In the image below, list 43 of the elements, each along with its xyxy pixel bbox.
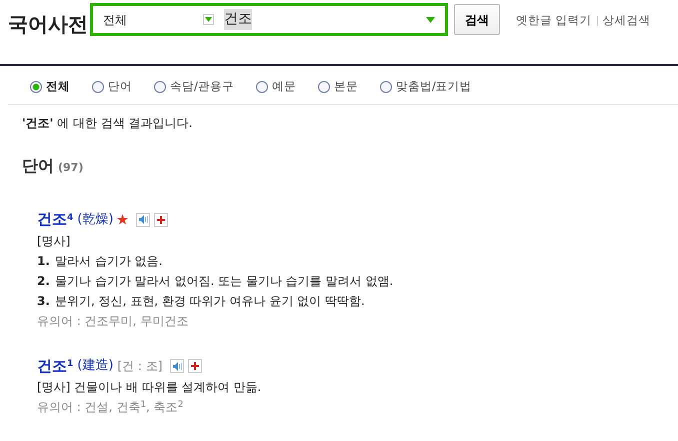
hanja-text: (乾燥) bbox=[77, 210, 114, 229]
dropdown-arrow-icon[interactable] bbox=[426, 16, 435, 22]
search-field[interactable]: 건조 bbox=[222, 9, 254, 30]
add-icon[interactable] bbox=[154, 212, 168, 226]
definition-text: 물기나 습기가 말라서 없어짐. 또는 물기나 습기를 말려서 없앰. bbox=[55, 272, 394, 290]
entry-word[interactable]: 건조$^{4}$ bbox=[37, 208, 74, 231]
entry-word[interactable]: 건조$^{1}$ bbox=[37, 354, 74, 378]
definition-number: 3. bbox=[37, 292, 51, 310]
radio-button[interactable] bbox=[256, 80, 268, 93]
add-icon[interactable] bbox=[188, 359, 202, 373]
filter-label[interactable]: 예문 bbox=[272, 78, 296, 96]
section-title: 단어 bbox=[22, 155, 54, 178]
header-link[interactable]: 옛한글 입력기 bbox=[516, 12, 592, 30]
definition-number: 2. bbox=[37, 272, 51, 290]
definition-number: 1. bbox=[37, 252, 51, 270]
search-box[interactable]: 전체 건조 bbox=[90, 3, 448, 36]
filter-label[interactable]: 맞춤법/표기법 bbox=[396, 78, 472, 96]
filter-label[interactable]: 단어 bbox=[108, 78, 132, 96]
radio-button[interactable] bbox=[92, 80, 104, 93]
result-summary: '건조' 에 대한 검색 결과입니다. bbox=[22, 115, 194, 132]
radio-button[interactable] bbox=[380, 80, 392, 93]
radio-button[interactable] bbox=[30, 80, 42, 93]
part-of-speech: [명사] bbox=[37, 232, 72, 250]
synonyms-text: 유의어 : 건조무미, 무미건조 bbox=[37, 312, 190, 330]
definition-text: 말라서 습기가 없음. bbox=[55, 252, 162, 270]
speaker-icon[interactable] bbox=[136, 212, 150, 226]
filter-label[interactable]: 전체 bbox=[46, 78, 70, 96]
radio-button[interactable] bbox=[154, 80, 166, 93]
filter-label[interactable]: 속담/관용구 bbox=[170, 78, 234, 96]
scope-select[interactable]: 전체 bbox=[103, 10, 203, 28]
definition-text: [명사] 건물이나 배 따위를 설계하여 만듦. bbox=[37, 379, 262, 396]
synonyms-text: 유의어 : 건설, 건축$^{1}$, 축조$^{2}$ bbox=[37, 398, 184, 416]
speaker-icon[interactable] bbox=[170, 359, 184, 373]
search-button[interactable]: 검색 bbox=[454, 4, 500, 35]
radio-button[interactable] bbox=[318, 80, 330, 93]
result-count: (97) bbox=[58, 160, 84, 176]
definition-text: 분위기, 정신, 표현, 환경 따위가 여유나 윤기 없이 딱딱함. bbox=[55, 292, 365, 310]
filter-label[interactable]: 본문 bbox=[334, 78, 358, 96]
pronunciation-text: [건 : 조] bbox=[117, 358, 162, 375]
header-link[interactable]: 상세검색 bbox=[602, 12, 651, 30]
dropdown-icon[interactable] bbox=[203, 14, 214, 25]
logo: 국어사전 bbox=[8, 11, 89, 38]
hanja-text: (建造) bbox=[77, 357, 114, 376]
